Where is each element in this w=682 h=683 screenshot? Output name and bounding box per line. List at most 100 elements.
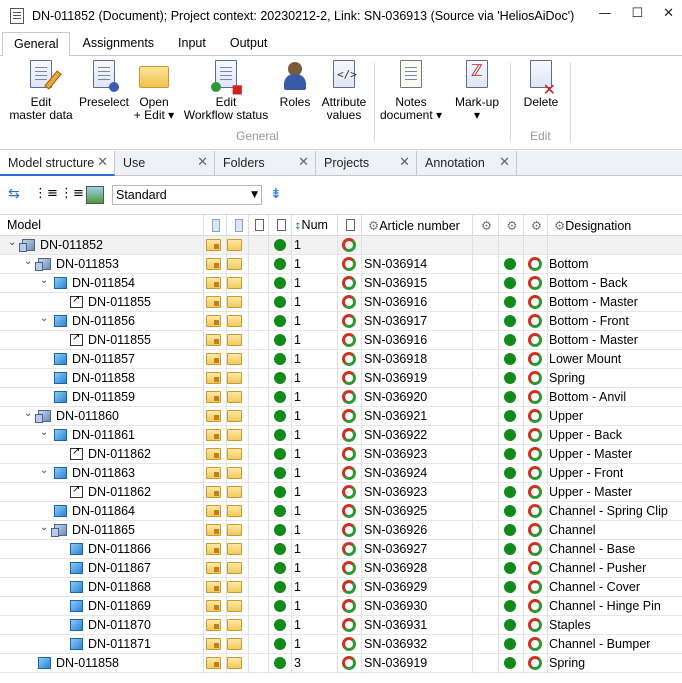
num-value: 1 bbox=[294, 485, 301, 499]
tree-cell: ⌄ DN-011863 bbox=[0, 464, 203, 483]
tree-row[interactable]: ⌄ DN-011865 1 SN-036926 Channel bbox=[0, 521, 682, 540]
chevron-down-icon[interactable]: ⌄ bbox=[8, 237, 16, 248]
grid-line bbox=[498, 445, 499, 464]
close-tab-icon[interactable]: ✕ bbox=[399, 151, 410, 175]
tree-row[interactable]: DN-011858 1 SN-036919 Spring bbox=[0, 369, 682, 388]
chevron-down-icon[interactable]: ⌄ bbox=[24, 408, 32, 419]
tree-row[interactable]: ⌄ DN-011856 1 SN-036917 Bottom - Front bbox=[0, 312, 682, 331]
column-num[interactable]: ↕Num bbox=[291, 215, 337, 236]
column-status-2[interactable] bbox=[226, 215, 248, 236]
close-tab-icon[interactable]: ✕ bbox=[298, 151, 309, 175]
grid-line bbox=[361, 350, 362, 369]
tab-use[interactable]: Use ✕ bbox=[115, 151, 215, 176]
chevron-down-icon[interactable]: ⌄ bbox=[40, 275, 48, 286]
article-number-value: SN-036925 bbox=[364, 504, 428, 518]
grid-line bbox=[268, 274, 269, 293]
column-status-3[interactable] bbox=[268, 215, 291, 236]
column-gear-2[interactable]: ⚙ bbox=[498, 215, 523, 236]
tab-general[interactable]: General bbox=[2, 32, 71, 57]
grid-line bbox=[291, 559, 292, 578]
tab-annotation[interactable]: Annotation ✕ bbox=[417, 151, 517, 176]
add-view-icon[interactable]: ⇟ bbox=[270, 186, 288, 204]
delete-button[interactable]: ✕ Delete bbox=[520, 60, 562, 109]
tab-projects[interactable]: Projects ✕ bbox=[316, 151, 417, 176]
tab-assignments[interactable]: Assignments bbox=[70, 32, 166, 55]
tab-input[interactable]: Input bbox=[166, 32, 218, 55]
grid-line bbox=[498, 350, 499, 369]
close-tab-icon[interactable]: ✕ bbox=[197, 151, 208, 175]
chevron-down-icon[interactable]: ⌄ bbox=[40, 465, 48, 476]
tree-row[interactable]: DN-011857 1 SN-036918 Lower Mount bbox=[0, 350, 682, 369]
tree-row[interactable]: ⌄ DN-011854 1 SN-036915 Bottom - Back bbox=[0, 274, 682, 293]
tree-row[interactable]: ⌄ DN-011863 1 SN-036924 Upper - Front bbox=[0, 464, 682, 483]
column-model[interactable]: Model bbox=[0, 215, 203, 236]
attribute-values-button[interactable]: </> Attribute values bbox=[318, 60, 370, 122]
column-doc-2[interactable] bbox=[337, 215, 361, 236]
tree-row[interactable]: DN-011855 1 SN-036916 Bottom - Master bbox=[0, 293, 682, 312]
open-edit-button[interactable]: Open + Edit ▾ bbox=[132, 60, 176, 122]
tree-row[interactable]: DN-011858 3 SN-036919 Spring bbox=[0, 654, 682, 673]
expand-all-icon[interactable]: ⋮≡ bbox=[34, 186, 58, 204]
panel-tabs: Model structure ✕ Use ✕ Folders ✕ Projects ✕… bbox=[0, 151, 682, 176]
column-designation[interactable]: ⚙Designation bbox=[547, 215, 682, 236]
tree-row[interactable]: DN-011862 1 SN-036923 Upper - Master bbox=[0, 483, 682, 502]
view-select[interactable]: Standard ▼ bbox=[112, 185, 262, 205]
tree-row[interactable]: DN-011866 1 SN-036927 Channel - Base bbox=[0, 540, 682, 559]
column-gear-1[interactable]: ⚙ bbox=[472, 215, 498, 236]
refresh-icon[interactable]: ⇆ bbox=[8, 186, 26, 204]
tree-row[interactable]: DN-011862 1 SN-036923 Upper - Master bbox=[0, 445, 682, 464]
tree-row[interactable]: DN-011869 1 SN-036930 Channel - Hinge Pin bbox=[0, 597, 682, 616]
tree-row[interactable]: DN-011867 1 SN-036928 Channel - Pusher bbox=[0, 559, 682, 578]
notes-document-button[interactable]: Notes document ▾ bbox=[378, 60, 444, 122]
grid-line bbox=[361, 597, 362, 616]
column-status-1[interactable] bbox=[203, 215, 226, 236]
tree-row[interactable]: ⌄ DN-011861 1 SN-036922 Upper - Back bbox=[0, 426, 682, 445]
roles-button[interactable]: Roles bbox=[278, 60, 312, 109]
chevron-down-icon[interactable]: ⌄ bbox=[40, 427, 48, 438]
close-tab-icon[interactable]: ✕ bbox=[97, 151, 108, 175]
article-number-value: SN-036918 bbox=[364, 352, 428, 366]
tree-row[interactable]: DN-011859 1 SN-036920 Bottom - Anvil bbox=[0, 388, 682, 407]
num-value: 1 bbox=[294, 561, 301, 575]
tab-model-structure[interactable]: Model structure ✕ bbox=[0, 151, 115, 176]
tab-folders[interactable]: Folders ✕ bbox=[215, 151, 316, 176]
close-button[interactable]: ✕ bbox=[663, 6, 674, 21]
column-designation-label: Designation bbox=[565, 219, 632, 233]
chevron-down-icon[interactable]: ⌄ bbox=[40, 313, 48, 324]
grid-line bbox=[523, 483, 524, 502]
chevron-down-icon[interactable]: ⌄ bbox=[24, 256, 32, 267]
close-tab-icon[interactable]: ✕ bbox=[499, 151, 510, 175]
markup-button[interactable]: ℤ Mark-up ▾ bbox=[450, 60, 504, 122]
tab-output[interactable]: Output bbox=[218, 32, 280, 55]
tree-row[interactable]: ⌄ DN-011853 1 SN-036914 Bottom bbox=[0, 255, 682, 274]
column-article-number[interactable]: ⚙Article number bbox=[361, 215, 472, 236]
folder-icon bbox=[227, 562, 242, 574]
tree-row[interactable]: DN-011855 1 SN-036916 Bottom - Master bbox=[0, 331, 682, 350]
maximize-button[interactable]: ☐ bbox=[631, 6, 643, 21]
tree-row[interactable]: DN-011868 1 SN-036929 Channel - Cover bbox=[0, 578, 682, 597]
tree-row[interactable]: DN-011870 1 SN-036931 Staples bbox=[0, 616, 682, 635]
designation-value: Upper bbox=[549, 409, 584, 423]
grid-line bbox=[547, 312, 548, 331]
tree-row[interactable]: DN-011871 1 SN-036932 Channel - Bumper bbox=[0, 635, 682, 654]
tree-row[interactable]: ⌄ DN-011852 1 bbox=[0, 236, 682, 255]
column-doc[interactable] bbox=[248, 215, 268, 236]
column-num-label: Num bbox=[301, 218, 328, 232]
image-view-icon[interactable] bbox=[86, 186, 104, 204]
minimize-button[interactable]: — bbox=[598, 6, 611, 21]
edit-master-data-button[interactable]: Edit master data bbox=[8, 60, 74, 122]
grid-line bbox=[547, 559, 548, 578]
num-value: 1 bbox=[294, 618, 301, 632]
chevron-down-icon[interactable]: ⌄ bbox=[40, 522, 48, 533]
tree-row[interactable]: DN-011864 1 SN-036925 Channel - Spring Clip bbox=[0, 502, 682, 521]
lifecycle-icon bbox=[528, 390, 542, 404]
grid-line bbox=[472, 445, 473, 464]
grid-line bbox=[248, 483, 249, 502]
column-gear-3[interactable]: ⚙ bbox=[523, 215, 547, 236]
lifecycle-icon bbox=[528, 466, 542, 480]
status-green-icon bbox=[504, 315, 516, 327]
collapse-all-icon[interactable]: ⋮≡ bbox=[60, 186, 84, 204]
edit-workflow-button[interactable]: ■ Edit Workflow status bbox=[180, 60, 272, 122]
preselect-button[interactable]: Preselect bbox=[78, 60, 130, 109]
tree-row[interactable]: ⌄ DN-011860 1 SN-036921 Upper bbox=[0, 407, 682, 426]
